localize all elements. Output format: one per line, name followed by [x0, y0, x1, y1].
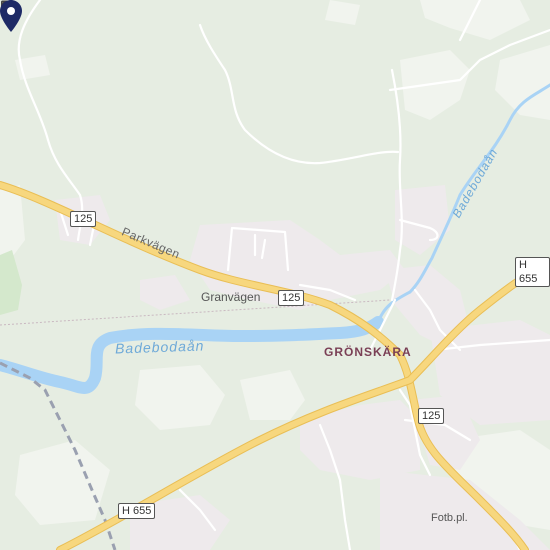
route-shield-125-west: 125 — [70, 211, 97, 227]
river-label-lower: Badebodaån — [114, 337, 205, 357]
route-shield-h655-southwest: H 655 — [118, 503, 156, 519]
map-layer — [0, 0, 550, 550]
sports-label: Fotb.pl. — [431, 512, 468, 524]
route-shield-125-center: 125 — [278, 290, 305, 306]
bus-stop-label: Granvägen — [201, 290, 261, 304]
route-shield-125-south: 125 — [418, 408, 445, 424]
route-shield-h655-east: H 655 — [515, 257, 550, 287]
town-label: GRÖNSKÄRA — [324, 345, 412, 359]
map-canvas[interactable]: Badebodaån Badebodaån Parkvägen GRÖNSKÄR… — [0, 0, 550, 550]
location-pin-icon[interactable] — [0, 0, 22, 32]
